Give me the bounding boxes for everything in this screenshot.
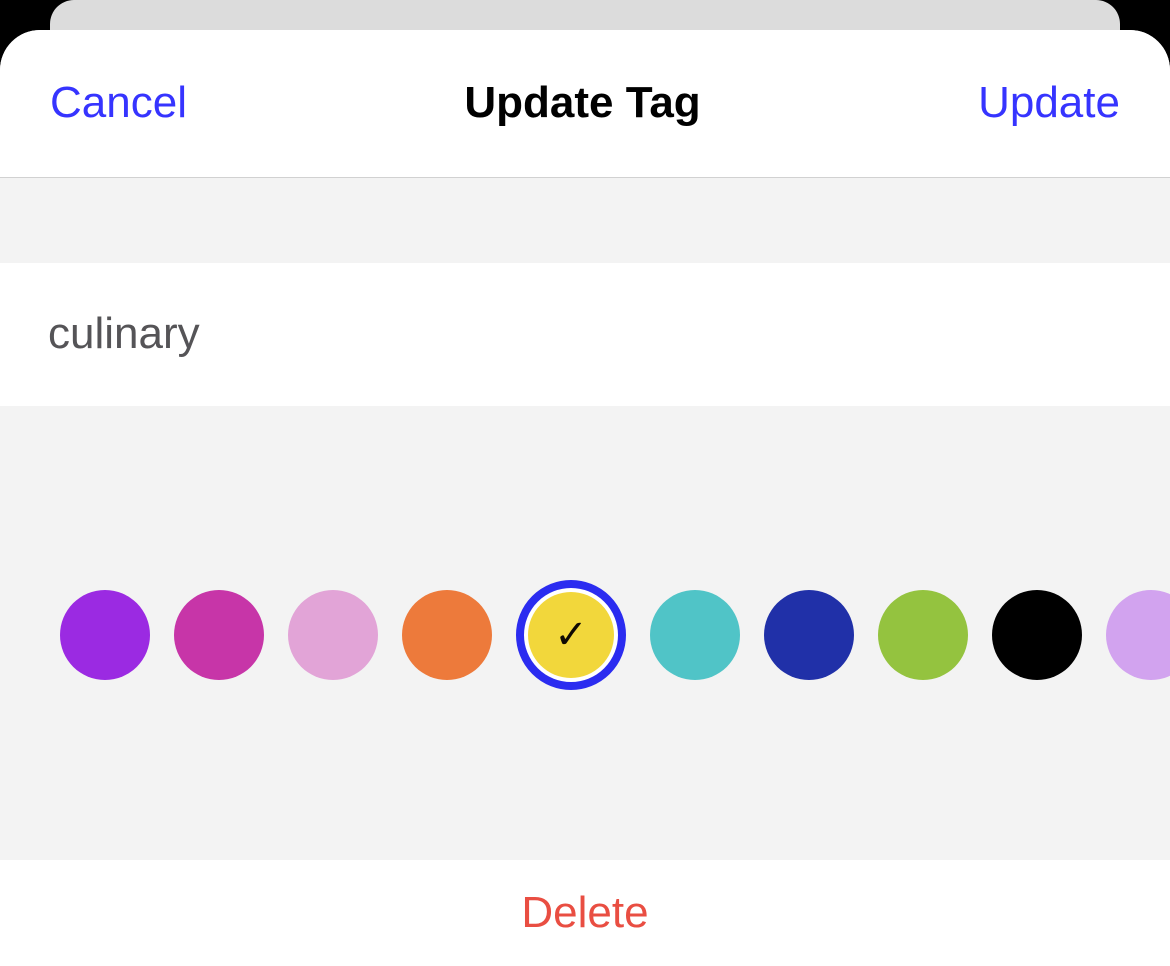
color-swatch-black[interactable] [992,590,1082,680]
color-swatch-purple[interactable] [60,590,150,680]
checkmark-icon: ✓ [554,612,588,658]
color-swatch-orange[interactable] [402,590,492,680]
color-swatch-inner: ✓ [528,592,614,678]
modal-title: Update Tag [464,78,700,128]
color-swatch-blue[interactable] [764,590,854,680]
delete-row: Delete [0,860,1170,966]
color-swatch-lavender[interactable] [1106,590,1170,680]
color-picker-section: ✓ [0,406,1170,860]
section-spacer [0,178,1170,263]
nav-bar: Cancel Update Tag Update [0,30,1170,178]
update-button[interactable]: Update [978,78,1120,128]
delete-button[interactable]: Delete [521,888,648,938]
color-swatch-yellow[interactable]: ✓ [516,580,626,690]
color-swatch-magenta[interactable] [174,590,264,680]
color-swatch-pink[interactable] [288,590,378,680]
color-swatch-teal[interactable] [650,590,740,680]
update-tag-modal: Cancel Update Tag Update ✓ Delete [0,30,1170,966]
tag-name-row [0,263,1170,406]
tag-name-input[interactable] [48,309,1122,359]
color-swatch-green[interactable] [878,590,968,680]
color-picker-row[interactable]: ✓ [0,580,1170,690]
cancel-button[interactable]: Cancel [50,78,187,128]
